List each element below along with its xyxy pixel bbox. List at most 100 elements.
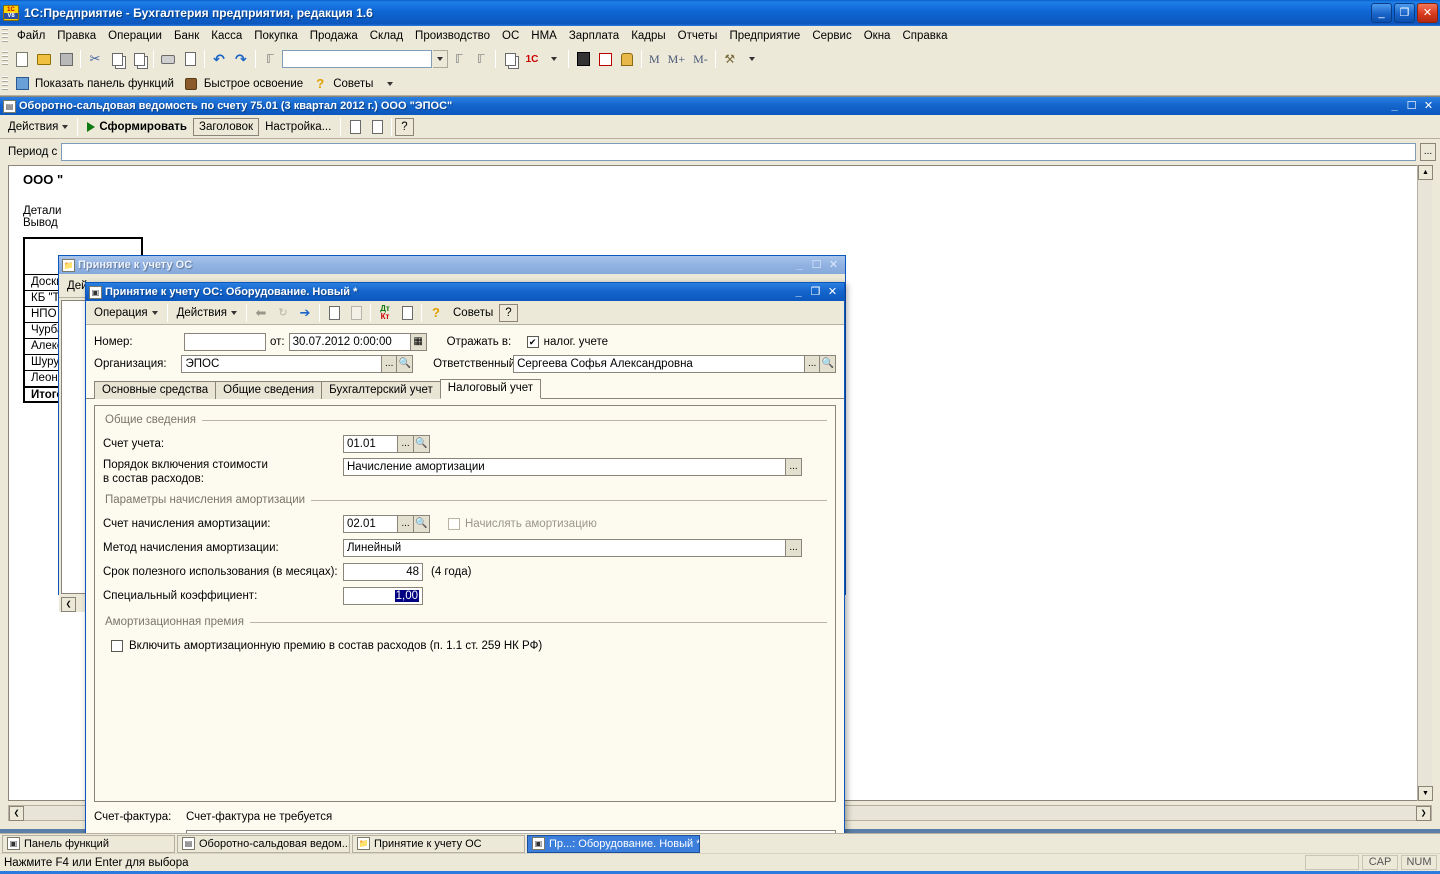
find-next-icon[interactable]: ℾ [448, 48, 470, 70]
tab-tax-accounting[interactable]: Налоговый учет [439, 379, 542, 399]
post-document-icon[interactable]: ➔ [294, 302, 316, 324]
taskbar-item-equipment-new[interactable]: ▣ Пр...: Оборудование. Новый * [527, 834, 700, 853]
dialog-minimize-button[interactable]: _ [792, 286, 805, 298]
restore-settings-icon[interactable] [366, 116, 388, 138]
user-icon[interactable] [616, 48, 638, 70]
print-icon[interactable] [157, 48, 179, 70]
menu-help[interactable]: Справка [896, 28, 953, 44]
menu-edit[interactable]: Правка [51, 28, 102, 44]
functions-toolbar-gripper[interactable] [2, 75, 8, 92]
copy-icon[interactable] [106, 48, 128, 70]
report-close-button[interactable]: ✕ [1422, 100, 1435, 112]
redo-icon[interactable]: ↶ [230, 48, 252, 70]
taskbar-item-os-acceptance[interactable]: 📁 Принятие к учету ОС [352, 834, 525, 853]
menu-warehouse[interactable]: Склад [364, 28, 409, 44]
memory-m-button[interactable]: M [645, 52, 664, 67]
report-actions-menu[interactable]: Действия [2, 119, 74, 135]
responsible-select-button[interactable]: ... [804, 355, 821, 373]
quick-start-button[interactable]: Быстрое освоение [202, 78, 309, 90]
menu-reports[interactable]: Отчеты [672, 28, 724, 44]
save-settings-icon[interactable] [344, 116, 366, 138]
comment-input[interactable] [186, 829, 836, 833]
account-open-icon[interactable]: 🔍 [414, 435, 430, 453]
menu-bank[interactable]: Банк [168, 28, 205, 44]
method-select-button[interactable]: ... [786, 539, 802, 557]
graduate-icon[interactable] [180, 73, 202, 95]
menu-cash[interactable]: Касса [205, 28, 248, 44]
report-restore-button[interactable]: ☐ [1405, 100, 1418, 112]
calendar-picker-icon[interactable]: ▦ [410, 333, 427, 351]
panel-icon[interactable] [11, 73, 33, 95]
account-select-button[interactable]: ... [398, 435, 414, 453]
dt-kt-icon[interactable]: Дт Кт [374, 302, 396, 324]
organization-select-button[interactable]: ... [381, 355, 398, 373]
calculator-icon[interactable] [572, 48, 594, 70]
toolbar-overflow-icon[interactable] [543, 48, 565, 70]
open-button[interactable] [33, 48, 55, 70]
print-preview-icon[interactable] [179, 48, 201, 70]
minimize-button[interactable]: _ [1371, 3, 1392, 23]
scroll-down-icon[interactable]: ▼ [1418, 786, 1433, 801]
report-minimize-button[interactable]: _ [1388, 100, 1401, 112]
new-document-button[interactable] [11, 48, 33, 70]
tools-overflow-icon[interactable] [741, 48, 763, 70]
close-button[interactable]: ✕ [1417, 3, 1438, 23]
os-acceptance-restore-button[interactable]: ☐ [810, 259, 823, 271]
reflect-tax-checkbox[interactable] [526, 336, 539, 348]
depreciation-account-open-icon[interactable]: 🔍 [414, 515, 430, 533]
method-input[interactable]: Линейный [343, 539, 786, 557]
show-functions-panel-button[interactable]: Показать панель функций [33, 78, 180, 90]
period-input[interactable] [61, 143, 1416, 161]
scroll-right-icon[interactable]: ❯ [1416, 805, 1431, 821]
cost-order-select-button[interactable]: ... [786, 458, 802, 476]
cost-order-input[interactable]: Начисление амортизации [343, 458, 786, 476]
special-coefficient-input[interactable]: 1,00 [343, 587, 423, 605]
menu-os[interactable]: ОС [496, 28, 525, 44]
cut-icon[interactable]: ✂ [84, 48, 106, 70]
toolbar-gripper[interactable] [2, 51, 8, 67]
taskbar-item-functions-panel[interactable]: ▣ Панель функций [2, 834, 175, 853]
scroll-left-icon[interactable]: ❮ [61, 596, 76, 612]
menubar-gripper[interactable] [2, 27, 8, 44]
undo-icon[interactable]: ↶ [208, 48, 230, 70]
report-help-button[interactable]: ? [395, 117, 414, 136]
tips-icon[interactable]: ? [309, 73, 331, 95]
tab-fixed-assets[interactable]: Основные средства [94, 381, 217, 399]
memory-mplus-button[interactable]: M+ [664, 52, 689, 67]
useful-life-input[interactable]: 48 [343, 563, 423, 581]
memory-mminus-button[interactable]: M- [689, 52, 712, 67]
tips-button[interactable]: Советы [331, 78, 379, 90]
scroll-left-icon[interactable]: ❮ [9, 805, 24, 821]
responsible-input[interactable]: Сергеева Софья Александровна [513, 355, 805, 373]
tips-icon[interactable]: ? [425, 302, 447, 324]
depreciation-account-input[interactable]: 02.01 [343, 515, 398, 533]
menu-file[interactable]: Файл [11, 28, 51, 44]
menu-enterprise[interactable]: Предприятие [723, 28, 806, 44]
responsible-open-icon[interactable]: 🔍 [820, 355, 836, 373]
number-input[interactable] [184, 333, 266, 351]
operation-menu[interactable]: Операция [88, 305, 164, 321]
menu-service[interactable]: Сервис [806, 28, 857, 44]
menu-purchase[interactable]: Покупка [248, 28, 303, 44]
dialog-actions-menu[interactable]: Действия [171, 305, 243, 321]
dialog-maximize-button[interactable]: ❐ [809, 286, 822, 298]
post-and-close-icon[interactable] [323, 302, 345, 324]
find-prev-icon[interactable]: ℾ [470, 48, 492, 70]
dialog-tips-button[interactable]: Советы [447, 305, 499, 321]
copy-window-icon[interactable] [499, 48, 521, 70]
calendar-icon[interactable] [594, 48, 616, 70]
tools-icon[interactable]: ⚒ [719, 48, 741, 70]
register-records-icon[interactable] [396, 302, 418, 324]
os-acceptance-minimize-button[interactable]: _ [793, 259, 806, 271]
functions-overflow-icon[interactable] [379, 73, 401, 95]
report-vertical-scrollbar[interactable]: ▲ ▼ [1417, 165, 1433, 801]
menu-hr[interactable]: Кадры [625, 28, 671, 44]
dialog-help-button[interactable]: ? [499, 303, 518, 322]
os-acceptance-close-button[interactable]: ✕ [827, 259, 840, 271]
report-header-button[interactable]: Заголовок [193, 117, 260, 136]
date-input[interactable]: 30.07.2012 0:00:00 [288, 333, 411, 351]
menu-operations[interactable]: Операции [102, 28, 168, 44]
1c-help-icon[interactable]: 1C [521, 48, 543, 70]
paste-icon[interactable] [128, 48, 150, 70]
organization-input[interactable]: ЭПОС [181, 355, 382, 373]
